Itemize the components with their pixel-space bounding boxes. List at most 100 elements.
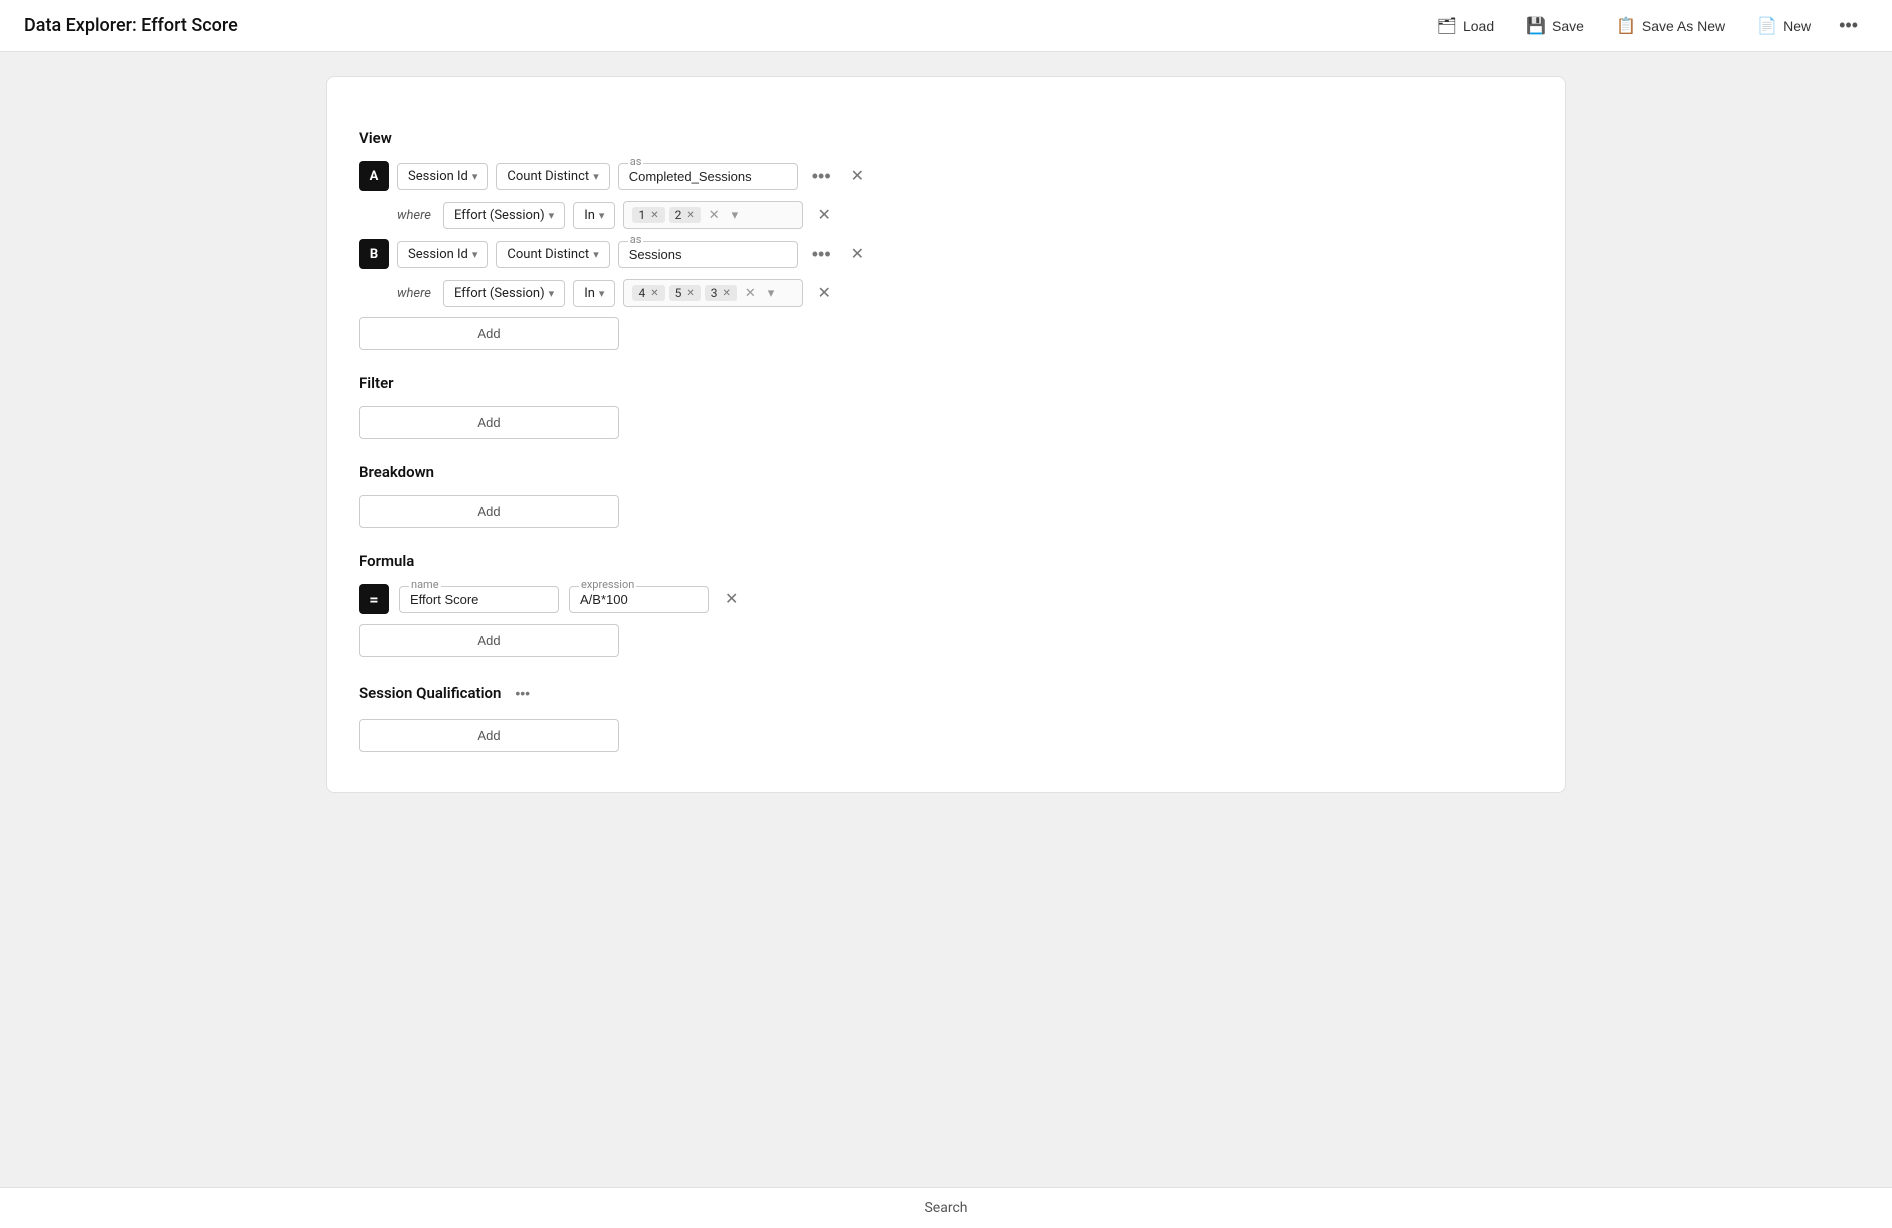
row-b-where-op-select[interactable]: In ▾ bbox=[573, 280, 615, 307]
session-qualification-label: Session Qualification bbox=[359, 684, 501, 702]
load-button[interactable]: 🗂 Load bbox=[1423, 10, 1508, 42]
breakdown-section: Breakdown Add bbox=[359, 463, 1533, 528]
row-b-where-label: where bbox=[397, 286, 431, 301]
row-a-tag-input[interactable]: 1 ✕ 2 ✕ ✕ ▾ bbox=[623, 201, 803, 229]
row-b-where-field-chevron: ▾ bbox=[549, 287, 555, 300]
save-button[interactable]: 💾 Save bbox=[1512, 10, 1598, 42]
page-title: Data Explorer: Effort Score bbox=[24, 15, 238, 36]
tag-a-1-remove[interactable]: ✕ bbox=[650, 210, 658, 221]
tag-b-5: 5 ✕ bbox=[669, 285, 701, 301]
tag-b-4-remove[interactable]: ✕ bbox=[650, 288, 658, 299]
row-b-where-op-label: In bbox=[584, 286, 595, 301]
save-as-new-icon: 📋 bbox=[1616, 16, 1636, 36]
row-b-as-input[interactable] bbox=[618, 241, 798, 268]
save-label: Save bbox=[1552, 18, 1584, 34]
row-a-where-op-chevron: ▾ bbox=[599, 209, 605, 222]
row-b-more-button[interactable]: ••• bbox=[806, 240, 837, 269]
view-row-a: A Session Id ▾ Count Distinct ▾ as ••• ✕ bbox=[359, 161, 1533, 191]
row-b-field-select[interactable]: Session Id ▾ bbox=[397, 241, 488, 268]
formula-close-button[interactable]: ✕ bbox=[719, 585, 744, 613]
row-a-close-button[interactable]: ✕ bbox=[845, 162, 870, 190]
tag-a-2-remove[interactable]: ✕ bbox=[686, 210, 694, 221]
row-b-field-chevron: ▾ bbox=[472, 248, 478, 261]
top-bar: Data Explorer: Effort Score 🗂 Load 💾 Sav… bbox=[0, 0, 1892, 52]
row-b-aggregation-chevron: ▾ bbox=[593, 248, 599, 261]
new-label: New bbox=[1783, 18, 1811, 34]
row-b-where-field-label: Effort (Session) bbox=[454, 286, 545, 301]
tag-b-3-remove[interactable]: ✕ bbox=[722, 288, 730, 299]
row-a-as-wrap: as bbox=[618, 163, 798, 190]
row-b-as-wrap: as bbox=[618, 241, 798, 268]
session-qual-more-button[interactable]: ••• bbox=[509, 681, 536, 705]
filter-section: Filter Add bbox=[359, 374, 1533, 439]
row-a-field-chevron: ▾ bbox=[472, 170, 478, 183]
tag-b-expand[interactable]: ▾ bbox=[764, 283, 779, 303]
breakdown-add-label: Add bbox=[477, 504, 500, 519]
row-b-where-field-select[interactable]: Effort (Session) ▾ bbox=[443, 280, 565, 307]
formula-name-label: name bbox=[409, 578, 441, 591]
view-row-b: B Session Id ▾ Count Distinct ▾ as ••• ✕ bbox=[359, 239, 1533, 269]
row-a-field-label: Session Id bbox=[408, 169, 468, 184]
formula-add-button[interactable]: Add bbox=[359, 624, 619, 657]
row-a-as-input[interactable] bbox=[618, 163, 798, 190]
tag-a-expand[interactable]: ▾ bbox=[728, 205, 743, 225]
top-bar-actions: 🗂 Load 💾 Save 📋 Save As New 📄 New ••• bbox=[1423, 9, 1868, 42]
row-a-aggregation-chevron: ▾ bbox=[593, 170, 599, 183]
explorer-card: View A Session Id ▾ Count Distinct ▾ as … bbox=[326, 76, 1566, 793]
row-b-as-label: as bbox=[628, 233, 644, 246]
filter-add-button[interactable]: Add bbox=[359, 406, 619, 439]
breakdown-add-button[interactable]: Add bbox=[359, 495, 619, 528]
filter-section-label: Filter bbox=[359, 374, 1533, 392]
row-a-where-op-label: In bbox=[584, 208, 595, 223]
breakdown-section-label: Breakdown bbox=[359, 463, 1533, 481]
row-b-where-op-chevron: ▾ bbox=[599, 287, 605, 300]
formula-expr-label: expression bbox=[579, 578, 636, 591]
row-b-aggregation-select[interactable]: Count Distinct ▾ bbox=[496, 241, 609, 268]
row-a-where-close-button[interactable]: ✕ bbox=[811, 201, 836, 229]
session-qual-add-button[interactable]: Add bbox=[359, 719, 619, 752]
row-a-aggregation-select[interactable]: Count Distinct ▾ bbox=[496, 163, 609, 190]
tag-b-5-remove[interactable]: ✕ bbox=[686, 288, 694, 299]
badge-a: A bbox=[359, 161, 389, 191]
row-a-where-label: where bbox=[397, 208, 431, 223]
view-row-b-where: where Effort (Session) ▾ In ▾ 4 ✕ 5 bbox=[397, 279, 1533, 307]
formula-name-wrap: name bbox=[399, 586, 559, 613]
row-b-aggregation-label: Count Distinct bbox=[507, 247, 589, 262]
new-button[interactable]: 📄 New bbox=[1743, 10, 1825, 42]
row-b-tag-input[interactable]: 4 ✕ 5 ✕ 3 ✕ ✕ ▾ bbox=[623, 279, 803, 307]
formula-add-label: Add bbox=[477, 633, 500, 648]
row-a-field-select[interactable]: Session Id ▾ bbox=[397, 163, 488, 190]
formula-badge: = bbox=[359, 584, 389, 614]
formula-section-label: Formula bbox=[359, 552, 1533, 570]
session-qual-header: Session Qualification ••• bbox=[359, 681, 1533, 705]
session-qual-add-label: Add bbox=[477, 728, 500, 743]
row-b-close-button[interactable]: ✕ bbox=[845, 240, 870, 268]
search-bar[interactable]: Search bbox=[0, 1187, 1892, 1228]
row-a-as-label: as bbox=[628, 155, 644, 168]
more-options-button[interactable]: ••• bbox=[1829, 9, 1868, 42]
view-section-label: View bbox=[359, 129, 1533, 147]
row-b-where-close-button[interactable]: ✕ bbox=[811, 279, 836, 307]
main-content: View A Session Id ▾ Count Distinct ▾ as … bbox=[286, 52, 1606, 853]
tag-a-clear[interactable]: ✕ bbox=[705, 205, 724, 225]
tag-b-4: 4 ✕ bbox=[632, 285, 664, 301]
row-a-where-op-select[interactable]: In ▾ bbox=[573, 202, 615, 229]
formula-row: = name expression ✕ bbox=[359, 584, 1533, 614]
view-add-label: Add bbox=[477, 326, 500, 341]
row-a-where-field-chevron: ▾ bbox=[549, 209, 555, 222]
row-a-more-button[interactable]: ••• bbox=[806, 162, 837, 191]
save-as-new-button[interactable]: 📋 Save As New bbox=[1602, 10, 1739, 42]
row-a-where-field-select[interactable]: Effort (Session) ▾ bbox=[443, 202, 565, 229]
new-icon: 📄 bbox=[1757, 16, 1777, 36]
load-label: Load bbox=[1463, 18, 1494, 34]
tag-b-clear[interactable]: ✕ bbox=[741, 283, 760, 303]
formula-section: Formula = name expression ✕ Add bbox=[359, 552, 1533, 657]
view-add-button[interactable]: Add bbox=[359, 317, 619, 350]
session-qual-add-wrap: Add bbox=[359, 719, 1533, 752]
row-b-field-label: Session Id bbox=[408, 247, 468, 262]
row-a-where-field-label: Effort (Session) bbox=[454, 208, 545, 223]
tag-a-1: 1 ✕ bbox=[632, 207, 664, 223]
save-as-new-label: Save As New bbox=[1642, 18, 1725, 34]
tag-b-3: 3 ✕ bbox=[705, 285, 737, 301]
folder-icon: 🗂 bbox=[1437, 16, 1457, 36]
